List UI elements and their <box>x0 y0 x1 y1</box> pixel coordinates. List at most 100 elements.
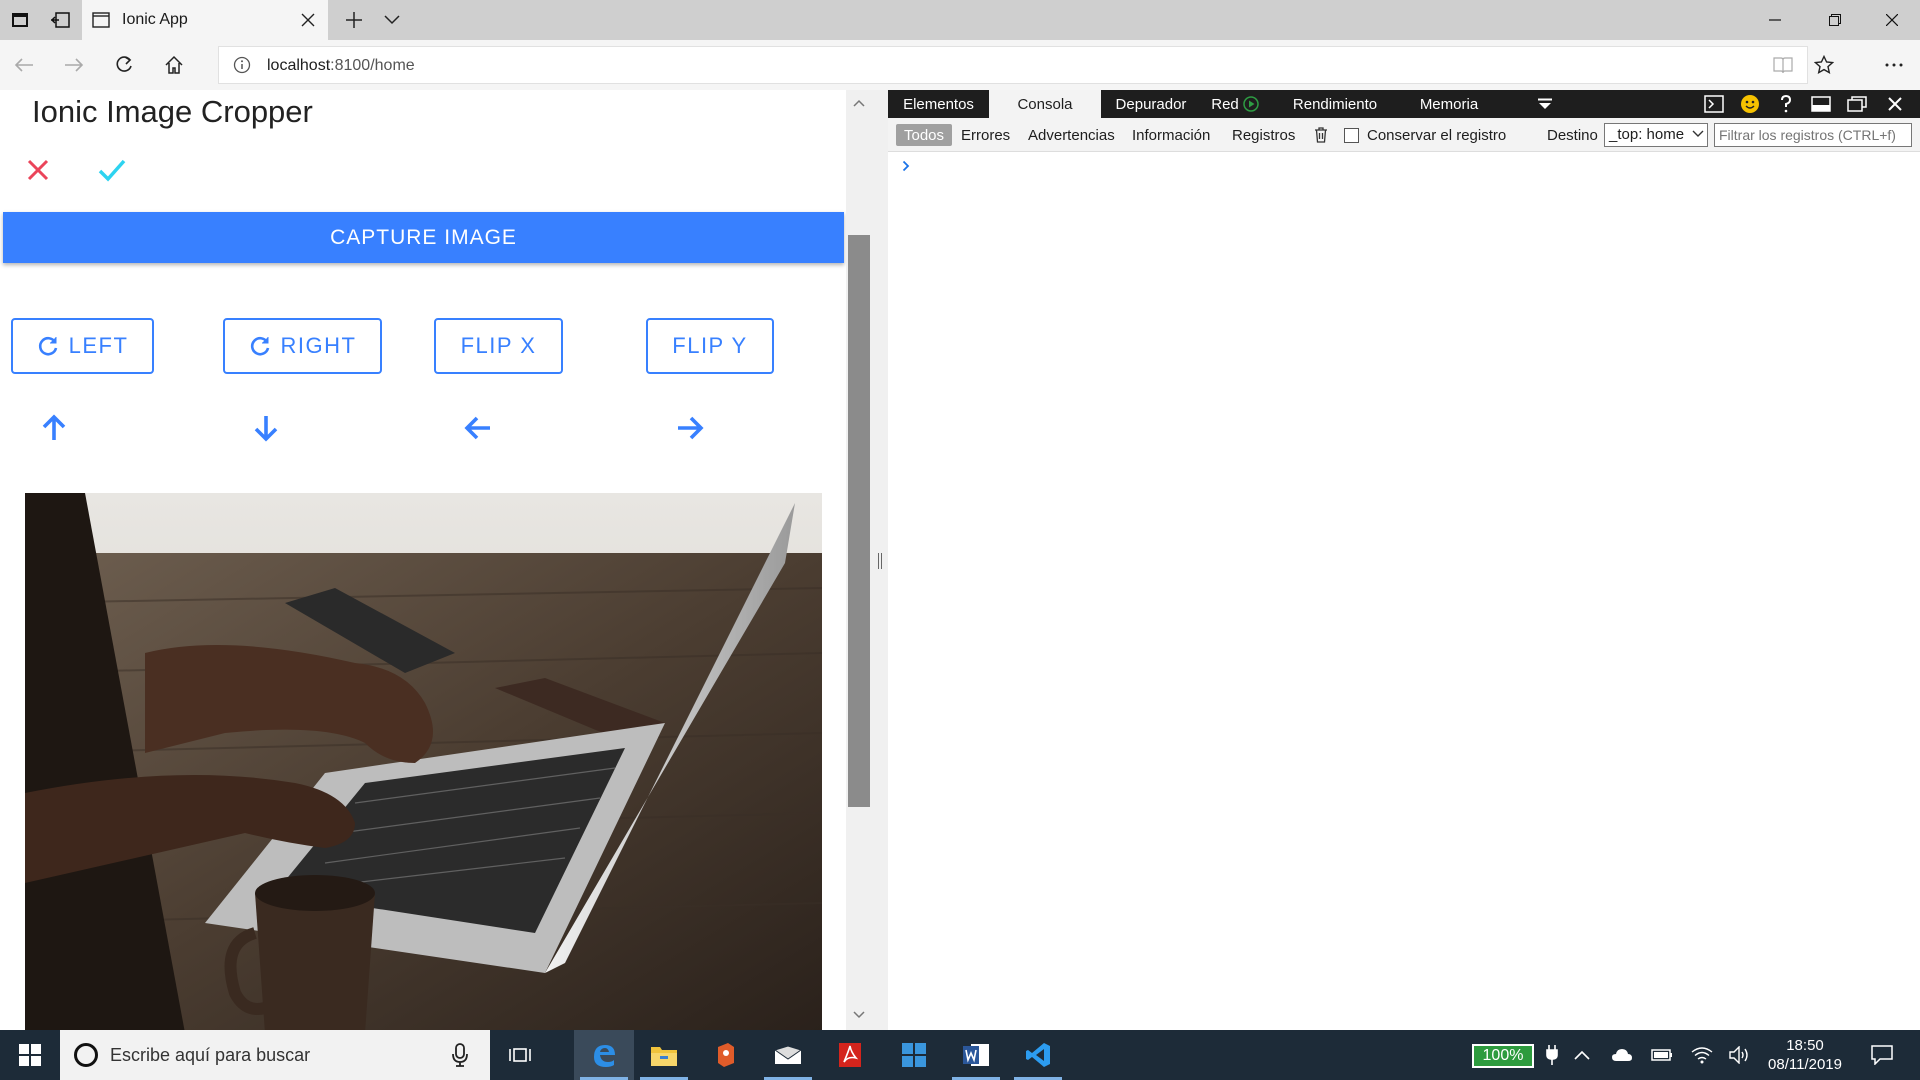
filter-errores[interactable]: Errores <box>961 124 1010 146</box>
console-drawer-icon[interactable] <box>1703 93 1725 115</box>
minimize-icon[interactable] <box>1745 0 1805 40</box>
filter-logs-input[interactable] <box>1714 123 1912 147</box>
edge-icon[interactable] <box>574 1030 634 1080</box>
tab-consola[interactable]: Consola <box>989 90 1101 118</box>
cropper-image[interactable] <box>25 493 822 1030</box>
tab-title: Ionic App <box>122 11 188 28</box>
dock-bottom-icon[interactable] <box>1810 93 1832 115</box>
power-plug-icon[interactable] <box>1540 1043 1564 1067</box>
browser-nav-bar: localhost:8100/home <box>0 40 1920 90</box>
cortana-icon <box>74 1043 98 1067</box>
windows-taskbar: Escribe aquí para buscar 100% 18:50 08/1… <box>0 1030 1920 1080</box>
taskbar-search-box[interactable]: Escribe aquí para buscar <box>60 1030 490 1080</box>
feedback-smiley-icon[interactable] <box>1739 93 1761 115</box>
close-window-icon[interactable] <box>1862 0 1920 40</box>
record-icon <box>1243 96 1259 112</box>
task-view-icon[interactable] <box>490 1030 550 1080</box>
home-icon[interactable] <box>154 45 194 85</box>
mail-icon[interactable] <box>758 1030 818 1080</box>
filter-todos[interactable]: Todos <box>896 124 953 146</box>
reading-view-icon[interactable] <box>1773 56 1793 74</box>
console-toolbar: Todos Errores Advertencias Información R… <box>888 118 1920 152</box>
scroll-up-icon[interactable] <box>850 94 868 112</box>
page-scrollbar[interactable] <box>846 90 872 1030</box>
move-down-button[interactable] <box>246 408 286 448</box>
new-tab-icon[interactable] <box>334 0 374 40</box>
git-app-icon[interactable] <box>696 1030 756 1080</box>
rotate-icon <box>249 335 271 357</box>
console-prompt-icon[interactable] <box>898 158 914 174</box>
vscode-icon[interactable] <box>1008 1030 1068 1080</box>
windows-start-icon[interactable] <box>0 1030 60 1080</box>
tab-rendimiento[interactable]: Rendimiento <box>1269 90 1401 118</box>
acrobat-icon[interactable] <box>820 1030 880 1080</box>
preserve-log-checkbox[interactable] <box>1344 128 1359 143</box>
move-up-button[interactable] <box>34 408 74 448</box>
close-icon <box>26 158 50 182</box>
address-bar[interactable]: localhost:8100/home <box>218 46 1808 84</box>
tab-memoria[interactable]: Memoria <box>1401 90 1497 118</box>
checkmark-icon <box>97 158 127 182</box>
rotate-left-button[interactable]: LEFT <box>11 318 154 374</box>
confirm-button[interactable] <box>90 148 134 192</box>
flip-x-button[interactable]: FLIP X <box>434 318 563 374</box>
scroll-down-icon[interactable] <box>850 1006 868 1024</box>
clock-time: 18:50 <box>1786 1037 1824 1054</box>
cancel-button[interactable] <box>16 148 60 192</box>
close-devtools-icon[interactable] <box>1884 93 1906 115</box>
target-label: Destino <box>1547 126 1598 144</box>
rotate-right-button[interactable]: RIGHT <box>223 318 382 374</box>
splitter-grip[interactable] <box>878 553 882 569</box>
flip-y-button[interactable]: FLIP Y <box>646 318 774 374</box>
more-icon[interactable] <box>1874 45 1914 85</box>
volume-icon[interactable] <box>1728 1043 1752 1067</box>
filter-advertencias[interactable]: Advertencias <box>1028 124 1115 146</box>
clock-date: 08/11/2019 <box>1768 1056 1842 1073</box>
battery-tray-icon[interactable] <box>1650 1043 1674 1067</box>
undock-icon[interactable] <box>1846 93 1868 115</box>
devtools-tab-bar: Elementos Consola Depurador Red Rendimie… <box>888 90 1920 118</box>
tab-preview-chevron-icon[interactable] <box>372 0 412 40</box>
search-placeholder: Escribe aquí para buscar <box>110 1045 311 1065</box>
preserve-log-label: Conservar el registro <box>1367 126 1507 144</box>
microphone-icon[interactable] <box>452 1043 468 1067</box>
devtools-splitter[interactable] <box>872 90 888 1030</box>
tab-depurador[interactable]: Depurador <box>1101 90 1201 118</box>
action-center-icon[interactable] <box>1870 1043 1894 1067</box>
tab-red[interactable]: Red <box>1201 90 1269 118</box>
wifi-icon[interactable] <box>1690 1043 1714 1067</box>
arrow-down-icon <box>253 414 279 442</box>
filter-registros[interactable]: Registros <box>1232 124 1295 146</box>
tabs-aside-icon[interactable] <box>40 0 80 40</box>
battery-indicator[interactable]: 100% <box>1472 1044 1534 1068</box>
target-select[interactable]: _top: home <box>1604 123 1708 147</box>
clear-console-icon[interactable] <box>1314 124 1328 146</box>
arrow-left-icon <box>464 415 492 441</box>
restore-icon[interactable] <box>1805 0 1865 40</box>
help-icon[interactable] <box>1775 93 1797 115</box>
more-tools-icon[interactable] <box>1534 93 1556 115</box>
app-page: Ionic Image Cropper CAPTURE IMAGE LEFT R… <box>0 90 872 1030</box>
tab-elementos[interactable]: Elementos <box>888 90 989 118</box>
capture-image-button[interactable]: CAPTURE IMAGE <box>3 212 844 263</box>
site-info-icon[interactable] <box>233 56 251 74</box>
scroll-thumb[interactable] <box>848 235 870 807</box>
move-left-button[interactable] <box>458 408 498 448</box>
word-icon[interactable] <box>946 1030 1006 1080</box>
close-tab-icon[interactable] <box>298 10 318 30</box>
favorite-star-icon[interactable] <box>1804 45 1844 85</box>
file-explorer-icon[interactable] <box>634 1030 694 1080</box>
filter-informacion[interactable]: Información <box>1132 124 1210 146</box>
app-content: CAPTURE IMAGE LEFT RIGHT FLIP X FLIP Y <box>0 202 846 1030</box>
move-right-button[interactable] <box>670 408 710 448</box>
onedrive-cloud-icon[interactable] <box>1610 1043 1634 1067</box>
tab-actions-icon[interactable] <box>0 0 40 40</box>
forward-icon[interactable] <box>54 45 94 85</box>
browser-tab-bar: Ionic App <box>0 0 1920 40</box>
refresh-icon[interactable] <box>104 45 144 85</box>
chevron-up-icon[interactable] <box>1570 1043 1594 1067</box>
microsoft-store-icon[interactable] <box>884 1030 944 1080</box>
system-clock[interactable]: 18:50 08/11/2019 <box>1760 1036 1850 1074</box>
tab-ionic-app[interactable]: Ionic App <box>82 0 328 40</box>
back-icon[interactable] <box>4 45 44 85</box>
